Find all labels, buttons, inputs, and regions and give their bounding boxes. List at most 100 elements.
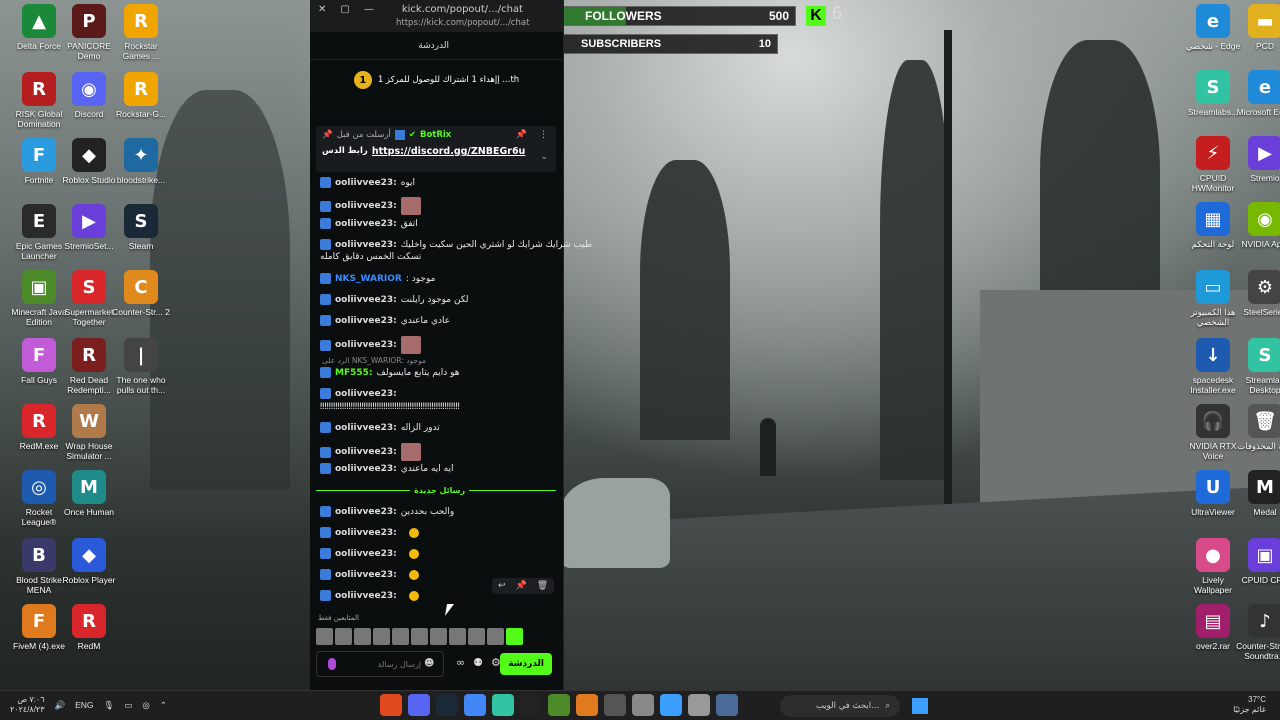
desktop-shortcut[interactable]: S Streamlab Desktop: [1234, 338, 1280, 395]
chat-username[interactable]: ooliivvee23:: [335, 591, 397, 601]
emote-button[interactable]: [354, 628, 371, 645]
chat-message[interactable]: ooliivvee23: ايه ايه ماعندي: [320, 463, 454, 474]
chat-message[interactable]: ooliivvee23: اتفق: [320, 218, 418, 229]
chat-username[interactable]: ooliivvee23:: [335, 464, 397, 474]
chat-message[interactable]: ooliivvee23:: [320, 527, 419, 538]
chat-message[interactable]: ooliivvee23: تدور الزاله: [320, 422, 440, 433]
desktop-shortcut[interactable]: ✦ bloodstrike...: [110, 138, 172, 185]
emote-button[interactable]: [506, 628, 523, 645]
emote-button[interactable]: [411, 628, 428, 645]
more-options-icon[interactable]: ⋮: [539, 130, 548, 140]
desktop-shortcut[interactable]: ◆ Roblox Player: [58, 538, 120, 585]
chat-username[interactable]: ooliivvee23:: [335, 389, 397, 399]
pinned-bot-name[interactable]: BotRix: [420, 130, 451, 140]
emote-button[interactable]: [449, 628, 466, 645]
chat-message[interactable]: ooliivvee23: ايوه: [320, 177, 415, 188]
chat-username[interactable]: ooliivvee23:: [335, 570, 397, 580]
taskbar-app-icon[interactable]: [604, 694, 626, 716]
reply-icon[interactable]: ↩: [498, 581, 506, 591]
chat-message[interactable]: NKS_WARIOR: موجود: [320, 273, 435, 284]
desktop-shortcut[interactable]: R RedM: [58, 604, 120, 651]
chat-message[interactable]: ooliivvee23: عادي ماعندي: [320, 315, 450, 326]
chat-message[interactable]: ooliivvee23:: [320, 548, 419, 559]
chat-username[interactable]: ooliivvee23:: [335, 340, 397, 350]
chat-message[interactable]: ooliivvee23:: [320, 388, 397, 399]
pin-message-icon[interactable]: 📌: [516, 581, 527, 591]
chat-username[interactable]: ooliivvee23:: [335, 178, 397, 188]
chat-message[interactable]: ooliivvee23:: [320, 569, 419, 580]
chat-username[interactable]: MF555:: [335, 368, 373, 378]
taskbar-app-icon[interactable]: [660, 694, 682, 716]
taskbar-app-icon[interactable]: [576, 694, 598, 716]
chat-username[interactable]: NKS_WARIOR: [335, 274, 402, 284]
taskbar-app-icon[interactable]: [492, 694, 514, 716]
desktop-shortcut[interactable]: ▣ CPUID CPU: [1234, 538, 1280, 585]
chat-username[interactable]: ooliivvee23:: [335, 528, 397, 538]
chat-message[interactable]: ooliivvee23:: [320, 336, 421, 354]
desktop-shortcut[interactable]: M Medal: [1234, 470, 1280, 517]
chevron-up-icon[interactable]: ⌃: [160, 700, 167, 711]
desktop-shortcut[interactable]: ♪ Counter-Str... 2 Soundtra...: [1234, 604, 1280, 661]
infinity-icon[interactable]: ∞: [456, 656, 465, 669]
taskbar-app-icon[interactable]: [436, 694, 458, 716]
desktop-shortcut[interactable]: R Rockstar Games ...: [110, 4, 172, 61]
mic-icon[interactable]: [328, 658, 336, 670]
chat-username[interactable]: ooliivvee23:: [335, 423, 397, 433]
emote-button[interactable]: [373, 628, 390, 645]
minimize-icon[interactable]: —: [364, 4, 374, 15]
chat-message[interactable]: ‼‼‼‼‼‼‼‼‼‼‼‼‼‼‼‼‼‼‼‼‼‼‼‼‼‼‼‼‼‼‼‼: [320, 402, 460, 412]
chat-username[interactable]: ooliivvee23:: [335, 295, 397, 305]
weather-widget[interactable]: 37°C غائم جزئيًا: [1233, 695, 1266, 715]
taskbar-app-icon[interactable]: [716, 694, 738, 716]
chat-username[interactable]: ooliivvee23:: [335, 549, 397, 559]
chat-username[interactable]: ooliivvee23:: [335, 240, 397, 250]
desktop-shortcut[interactable]: W Wrap House Simulator ...: [58, 404, 120, 461]
emote-button[interactable]: [430, 628, 447, 645]
desktop-shortcut[interactable]: R Rockstar-G...: [110, 72, 172, 119]
emote-button[interactable]: [468, 628, 485, 645]
desktop-shortcut[interactable]: ▶ Stremio: [1234, 136, 1280, 183]
taskbar-app-icon[interactable]: [464, 694, 486, 716]
desktop-shortcut[interactable]: C Counter-Str... 2: [110, 270, 172, 317]
taskbar-app-icon[interactable]: [408, 694, 430, 716]
chevron-down-icon[interactable]: ⌄: [540, 152, 548, 162]
taskbar-app-icon[interactable]: [632, 694, 654, 716]
chat-message[interactable]: ooliivvee23: لكن موجود رايلنت: [320, 294, 469, 305]
desktop-shortcut[interactable]: ⚙ SteelSeries: [1234, 270, 1280, 317]
delete-icon[interactable]: 🗑: [537, 581, 548, 591]
chat-message[interactable]: ooliivvee23: والحب بحددين: [320, 506, 454, 517]
chat-message[interactable]: تسكت الخمس دقايق كامله: [320, 252, 421, 262]
chat-message[interactable]: ooliivvee23:: [320, 590, 419, 601]
language-indicator[interactable]: ENG: [75, 700, 93, 710]
send-chat-button[interactable]: الدردشة: [500, 653, 552, 675]
tray-app-icon[interactable]: ◎: [142, 700, 149, 711]
desktop-shortcut[interactable]: 🗑 سلة المحذوفات: [1234, 404, 1280, 451]
taskbar-clock[interactable]: ٧:٠٦ ص ٢٠٢٤/٨/٢٣: [10, 695, 45, 715]
emote-button[interactable]: [316, 628, 333, 645]
maximize-icon[interactable]: ▢: [340, 4, 349, 15]
network-icon[interactable]: ▭: [124, 700, 132, 711]
unpin-icon[interactable]: 📌: [516, 130, 527, 140]
taskbar-app-icon[interactable]: [520, 694, 542, 716]
discord-link[interactable]: https://discord.gg/ZNBEGr6u: [372, 146, 526, 157]
volume-icon[interactable]: 🔊: [55, 700, 66, 711]
chat-message[interactable]: ooliivvee23:: [320, 197, 421, 215]
chat-username[interactable]: ooliivvee23:: [335, 316, 397, 326]
emote-button[interactable]: [487, 628, 504, 645]
pinned-message[interactable]: 📌 أرسلت من قبل ✔ BotRix رابط الدس https:…: [316, 126, 556, 172]
taskbar-app-icon[interactable]: [688, 694, 710, 716]
desktop-shortcut[interactable]: M Once Human: [58, 470, 120, 517]
taskbar-search[interactable]: ابحث في الويب... ⌕: [780, 695, 900, 717]
chat-username[interactable]: ooliivvee23:: [335, 447, 397, 457]
address-bar[interactable]: https://kick.com/popout/.../chat: [310, 18, 563, 32]
taskbar-app-icon[interactable]: [548, 694, 570, 716]
desktop-shortcut[interactable]: ▬ PCD: [1234, 4, 1280, 51]
chat-username[interactable]: ooliivvee23:: [335, 219, 397, 229]
emote-button[interactable]: [392, 628, 409, 645]
desktop-shortcut[interactable]: S Steam: [110, 204, 172, 251]
close-icon[interactable]: ✕: [318, 4, 326, 15]
windows-start-icon[interactable]: [912, 698, 928, 714]
microphone-icon[interactable]: 🎙: [104, 700, 115, 711]
people-icon[interactable]: ⚉: [473, 656, 483, 669]
chat-message[interactable]: ooliivvee23:: [320, 443, 421, 461]
